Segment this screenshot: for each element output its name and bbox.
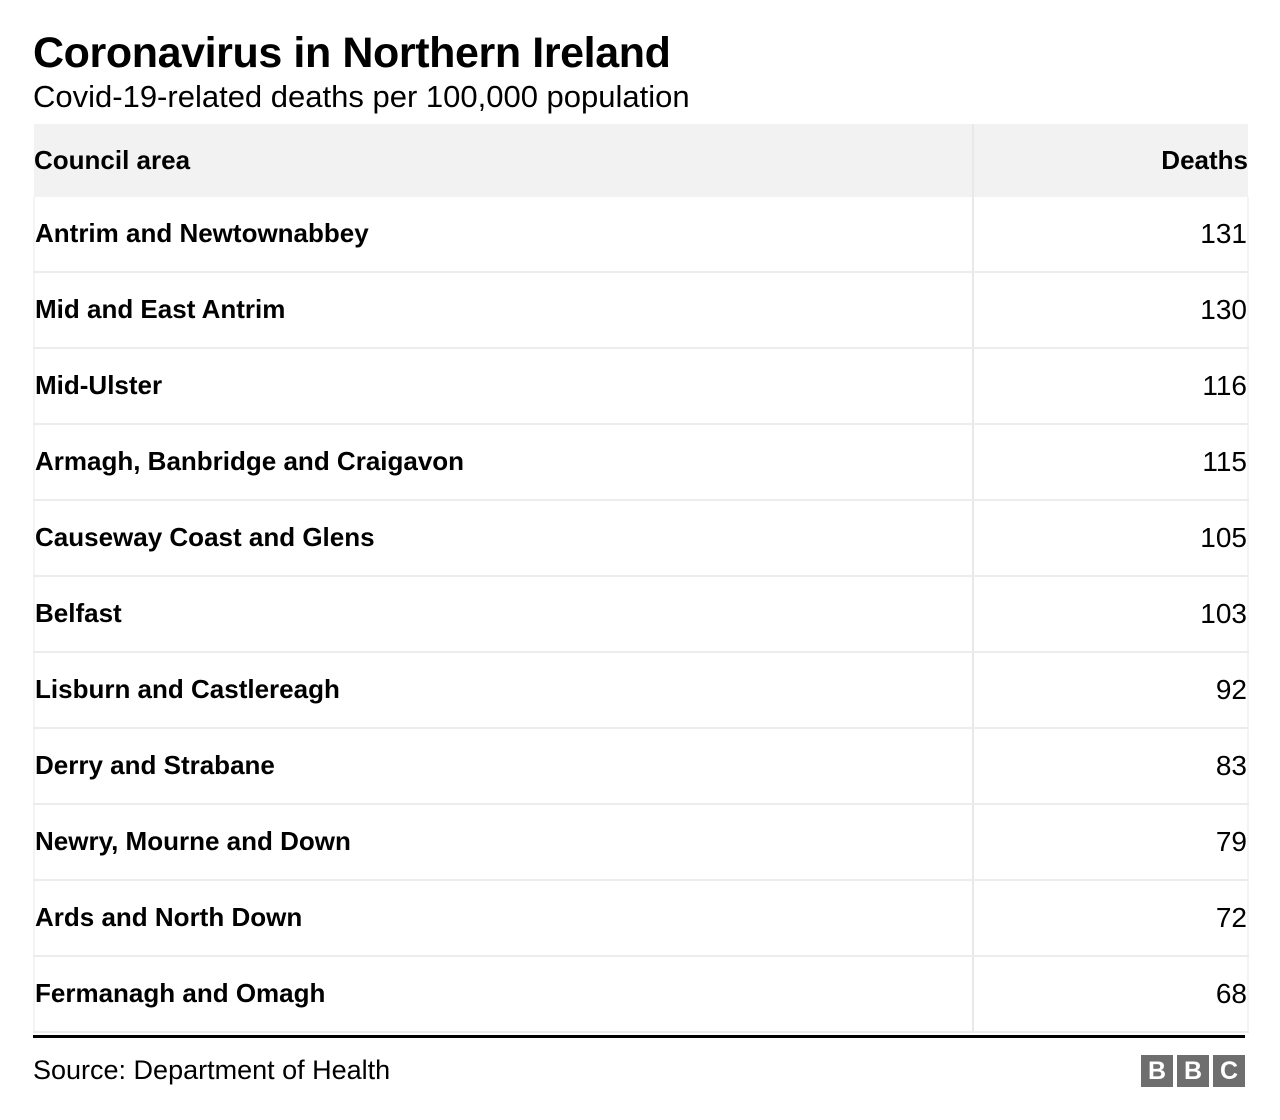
table-row: Antrim and Newtownabbey 131 xyxy=(33,196,1249,273)
column-header-council-area: Council area xyxy=(34,144,191,175)
table-container: Council area Deaths Antrim and Newtownab… xyxy=(33,123,1249,1033)
cell-council-area: Causeway Coast and Glens xyxy=(33,499,974,577)
cell-council-area: Newry, Mourne and Down xyxy=(33,803,974,881)
cell-deaths: 68 xyxy=(973,955,1249,1033)
table-row: Mid-Ulster 116 xyxy=(33,347,1249,425)
footer-content: Source: Department of Health B B C xyxy=(33,1038,1245,1098)
cell-deaths: 116 xyxy=(973,347,1249,425)
cell-deaths: 105 xyxy=(973,499,1249,577)
cell-council-area: Ards and North Down xyxy=(33,879,974,957)
header-block: Coronavirus in Northern Ireland Covid-19… xyxy=(0,0,1280,115)
source-text: Source: Department of Health xyxy=(33,1054,391,1085)
table-row: Lisburn and Castlereagh 92 xyxy=(33,651,1249,729)
cell-deaths: 92 xyxy=(973,651,1249,729)
cell-council-area: Antrim and Newtownabbey xyxy=(33,196,974,273)
page-subtitle: Covid-19-related deaths per 100,000 popu… xyxy=(33,79,690,114)
page-title: Coronavirus in Northern Ireland xyxy=(33,29,671,77)
cell-deaths: 103 xyxy=(973,575,1249,653)
cell-deaths: 131 xyxy=(973,196,1249,273)
table-row: Newry, Mourne and Down 79 xyxy=(33,803,1249,881)
footer-block: Source: Department of Health B B C xyxy=(33,1035,1245,1105)
bbc-logo-letter-1: B xyxy=(1141,1055,1173,1087)
cell-council-area: Belfast xyxy=(33,575,974,653)
column-header-deaths: Deaths xyxy=(972,123,1248,197)
cell-council-area: Fermanagh and Omagh xyxy=(33,955,974,1033)
table-head: Council area Deaths xyxy=(34,123,1248,197)
cell-council-area: Armagh, Banbridge and Craigavon xyxy=(33,423,974,501)
cell-council-area: Lisburn and Castlereagh xyxy=(33,651,974,729)
table-row: Belfast 103 xyxy=(33,575,1249,653)
cell-deaths: 115 xyxy=(973,423,1249,501)
table-row: Mid and East Antrim 130 xyxy=(33,271,1249,349)
cell-council-area: Mid and East Antrim xyxy=(33,271,974,349)
table-row: Causeway Coast and Glens 105 xyxy=(33,499,1249,577)
infographic-page: Coronavirus in Northern Ireland Covid-19… xyxy=(0,0,1280,1120)
bbc-logo-letter-3: C xyxy=(1213,1055,1245,1087)
table-row: Derry and Strabane 83 xyxy=(33,727,1249,805)
cell-deaths: 83 xyxy=(973,727,1249,805)
table-header-row: Council area Deaths xyxy=(34,123,1248,197)
table-row: Fermanagh and Omagh 68 xyxy=(33,955,1249,1033)
table-body: Antrim and Newtownabbey 131 Mid and East… xyxy=(33,196,1249,1033)
deaths-table: Council area Deaths Antrim and Newtownab… xyxy=(33,123,1249,1033)
cell-council-area: Mid-Ulster xyxy=(33,347,974,425)
bbc-logo: B B C xyxy=(1141,1049,1245,1087)
cell-deaths: 72 xyxy=(973,879,1249,957)
bbc-logo-letter-2: B xyxy=(1177,1055,1209,1087)
cell-deaths: 79 xyxy=(973,803,1249,881)
cell-deaths: 130 xyxy=(973,271,1249,349)
table-row: Ards and North Down 72 xyxy=(33,879,1249,957)
table-row: Armagh, Banbridge and Craigavon 115 xyxy=(33,423,1249,501)
cell-council-area: Derry and Strabane xyxy=(33,727,974,805)
